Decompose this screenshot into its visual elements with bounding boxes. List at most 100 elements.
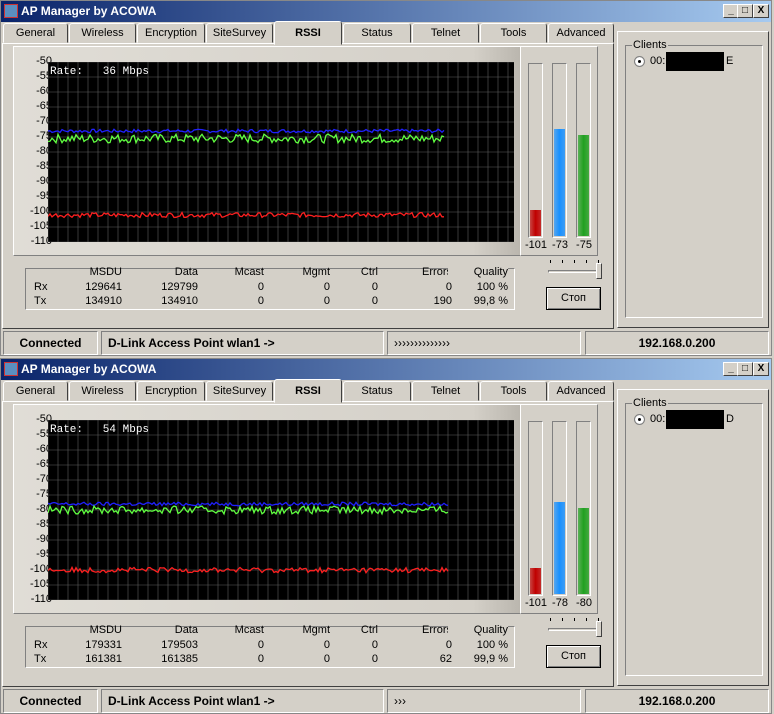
slider-tick: [562, 260, 563, 263]
meter-fill: [578, 135, 589, 236]
tab-tools[interactable]: Tools: [480, 381, 547, 401]
slider-tick: [562, 618, 563, 621]
slider-thumb[interactable]: [596, 263, 602, 279]
stats-cell: 0: [257, 295, 264, 307]
meter-noise: [528, 421, 543, 596]
clients-panel: Clients 00: D: [617, 389, 769, 686]
stats-cell: 62: [439, 653, 452, 665]
slider-tick: [586, 618, 587, 621]
meter-signal-1: [552, 421, 567, 596]
meter-noise: [528, 63, 543, 238]
tab-status[interactable]: Status: [343, 381, 411, 401]
stats-header: Mcast: [234, 266, 264, 278]
tab-tools[interactable]: Tools: [480, 23, 547, 43]
refresh-slider[interactable]: [546, 258, 604, 282]
slider-tick: [574, 618, 575, 621]
stop-button[interactable]: Стоп: [546, 287, 601, 310]
slider-track: [548, 270, 600, 273]
rssi-chart-panel: -50 -55 -60 -65 -70 -75 -80 -85 -90 -95 -100 -105 -1…: [13, 404, 525, 614]
stats-cell: 134910: [161, 295, 198, 307]
slider-track: [548, 628, 600, 631]
stats-row-label: Tx: [34, 295, 47, 307]
status-connected: Connected: [3, 689, 98, 713]
stats-cell: 0: [257, 653, 264, 665]
rate-label: Rate: 36 Mbps: [50, 66, 150, 78]
client-radio[interactable]: [634, 414, 645, 425]
stats-cell: 0: [445, 281, 452, 293]
meter-value: -78: [552, 597, 568, 609]
tab-sitesurvey[interactable]: SiteSurvey: [206, 381, 273, 401]
client-radio[interactable]: [634, 56, 645, 67]
tab-telnet[interactable]: Telnet: [412, 23, 479, 43]
stats-row-label: Rx: [34, 639, 48, 651]
stats-header: MSDU: [89, 624, 122, 636]
app-window: AP Manager by ACOWA _ □ X General Wireless Enc…: [0, 358, 772, 714]
stats-header: MSDU: [89, 266, 122, 278]
tab-encryption[interactable]: Encryption: [137, 23, 205, 43]
client-item[interactable]: 00: D: [634, 410, 762, 429]
stats-header: Quality: [448, 266, 508, 278]
title-bar: AP Manager by ACOWA: [1, 1, 771, 22]
status-progress: ›››: [387, 689, 581, 713]
tab-status[interactable]: Status: [343, 23, 411, 43]
status-connected: Connected: [3, 331, 98, 355]
status-device: D-Link Access Point wlan1 ->: [101, 331, 384, 355]
tab-wireless[interactable]: Wireless: [69, 23, 136, 43]
client-mac-suffix: E: [726, 55, 734, 67]
clients-panel: Clients 00: E: [617, 31, 769, 328]
tab-advanced[interactable]: Advanced: [548, 23, 614, 43]
slider-tick: [550, 260, 551, 263]
refresh-slider[interactable]: [546, 616, 604, 640]
maximize-button[interactable]: □: [737, 4, 753, 18]
maximize-button[interactable]: □: [737, 362, 753, 376]
tab-advanced[interactable]: Advanced: [548, 381, 614, 401]
tab-sitesurvey[interactable]: SiteSurvey: [206, 23, 273, 43]
rssi-chart-svg: [48, 62, 514, 242]
meter-value: -101: [524, 239, 548, 251]
status-device: D-Link Access Point wlan1 ->: [101, 689, 384, 713]
tab-general[interactable]: General: [3, 381, 68, 401]
stats-cell: 179503: [161, 639, 198, 651]
client-mac-prefix: 00:: [650, 55, 666, 67]
status-progress: ››››››››››››››: [387, 331, 581, 355]
tab-general[interactable]: General: [3, 23, 68, 43]
stats-cell: 129641: [85, 281, 122, 293]
stats-cell: 179331: [85, 639, 122, 651]
stats-cell: 0: [371, 653, 378, 665]
client-mac-prefix: 00:: [650, 413, 666, 425]
tab-encryption[interactable]: Encryption: [137, 381, 205, 401]
signal-meters-panel: -101 -73 -75: [520, 46, 598, 256]
series-red: [48, 211, 444, 219]
title-bar: AP Manager by ACOWA: [1, 359, 771, 380]
meter-fill: [554, 501, 565, 594]
close-button[interactable]: X: [753, 362, 769, 376]
stats-row-label: Rx: [34, 281, 48, 293]
meter-signal-1: [552, 63, 567, 238]
stats-header: Ctrl: [360, 266, 378, 278]
stats-cell: 129799: [161, 281, 198, 293]
stats-header: Quality: [448, 624, 508, 636]
stats-cell: 0: [445, 639, 452, 651]
close-button[interactable]: X: [753, 4, 769, 18]
app-icon: [4, 362, 18, 376]
stop-button[interactable]: Стоп: [546, 645, 601, 668]
clients-group: Clients 00: D: [625, 397, 763, 676]
rssi-tab-content: -50 -55 -60 -65 -70 -75 -80 -85 -90 -95 -100 -105 -1…: [2, 401, 614, 687]
series-blue: [48, 128, 445, 134]
slider-tick: [550, 618, 551, 621]
stats-group: MSDU Data Mcast Mgmt Ctrl Errors Quality Rx 1296…: [25, 266, 515, 310]
meter-fill: [530, 568, 541, 594]
stats-cell: 134910: [85, 295, 122, 307]
tab-rssi[interactable]: RSSI: [274, 379, 342, 403]
stats-header: Mcast: [234, 624, 264, 636]
tab-rssi[interactable]: RSSI: [274, 21, 342, 45]
tab-telnet[interactable]: Telnet: [412, 381, 479, 401]
stats-cell: 100 %: [476, 281, 508, 293]
tab-wireless[interactable]: Wireless: [69, 381, 136, 401]
stats-cell: 0: [371, 295, 378, 307]
meter-value: -80: [576, 597, 592, 609]
stats-header: Errors: [422, 624, 452, 636]
stats-cell: 190: [433, 295, 452, 307]
slider-thumb[interactable]: [596, 621, 602, 637]
client-item[interactable]: 00: E: [634, 52, 762, 71]
